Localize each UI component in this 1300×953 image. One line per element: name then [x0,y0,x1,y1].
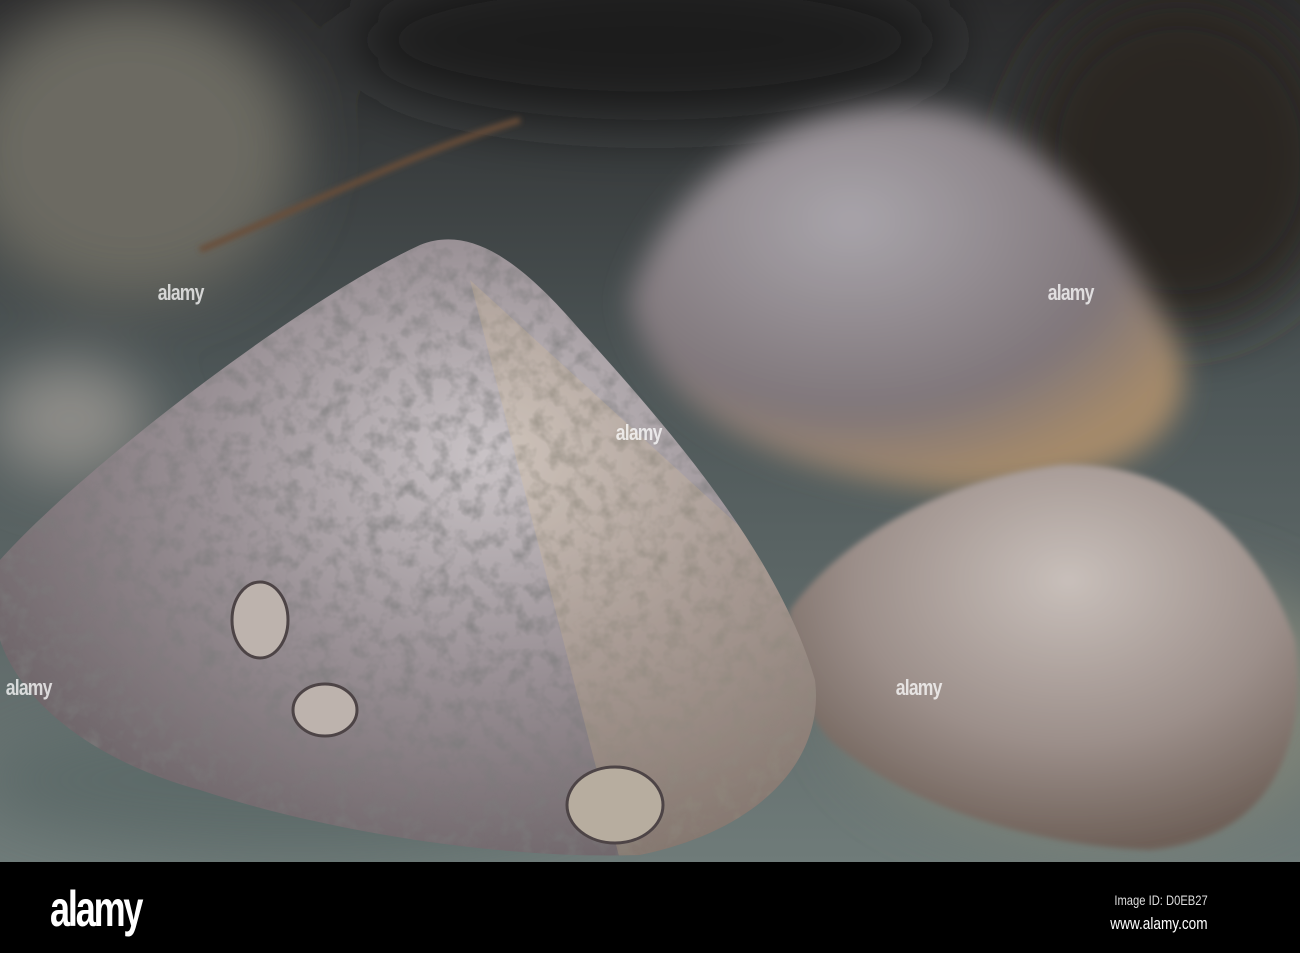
alamy-logo: alamy [50,881,143,937]
image-id: Image ID: D0EB27 [1114,892,1208,908]
watermark: alamy [1047,280,1095,305]
watermark: alamy [5,675,53,700]
footer-bar: alamy Image ID: D0EB27 www.alamy.com [0,862,1300,953]
watermark: alamy [157,280,205,305]
watermark: alamy [615,420,663,445]
stock-photo: alamy alamy alamy alamy alamy alamy Imag… [0,0,1300,953]
site-url: www.alamy.com [1110,914,1208,933]
watermark: alamy [895,675,943,700]
